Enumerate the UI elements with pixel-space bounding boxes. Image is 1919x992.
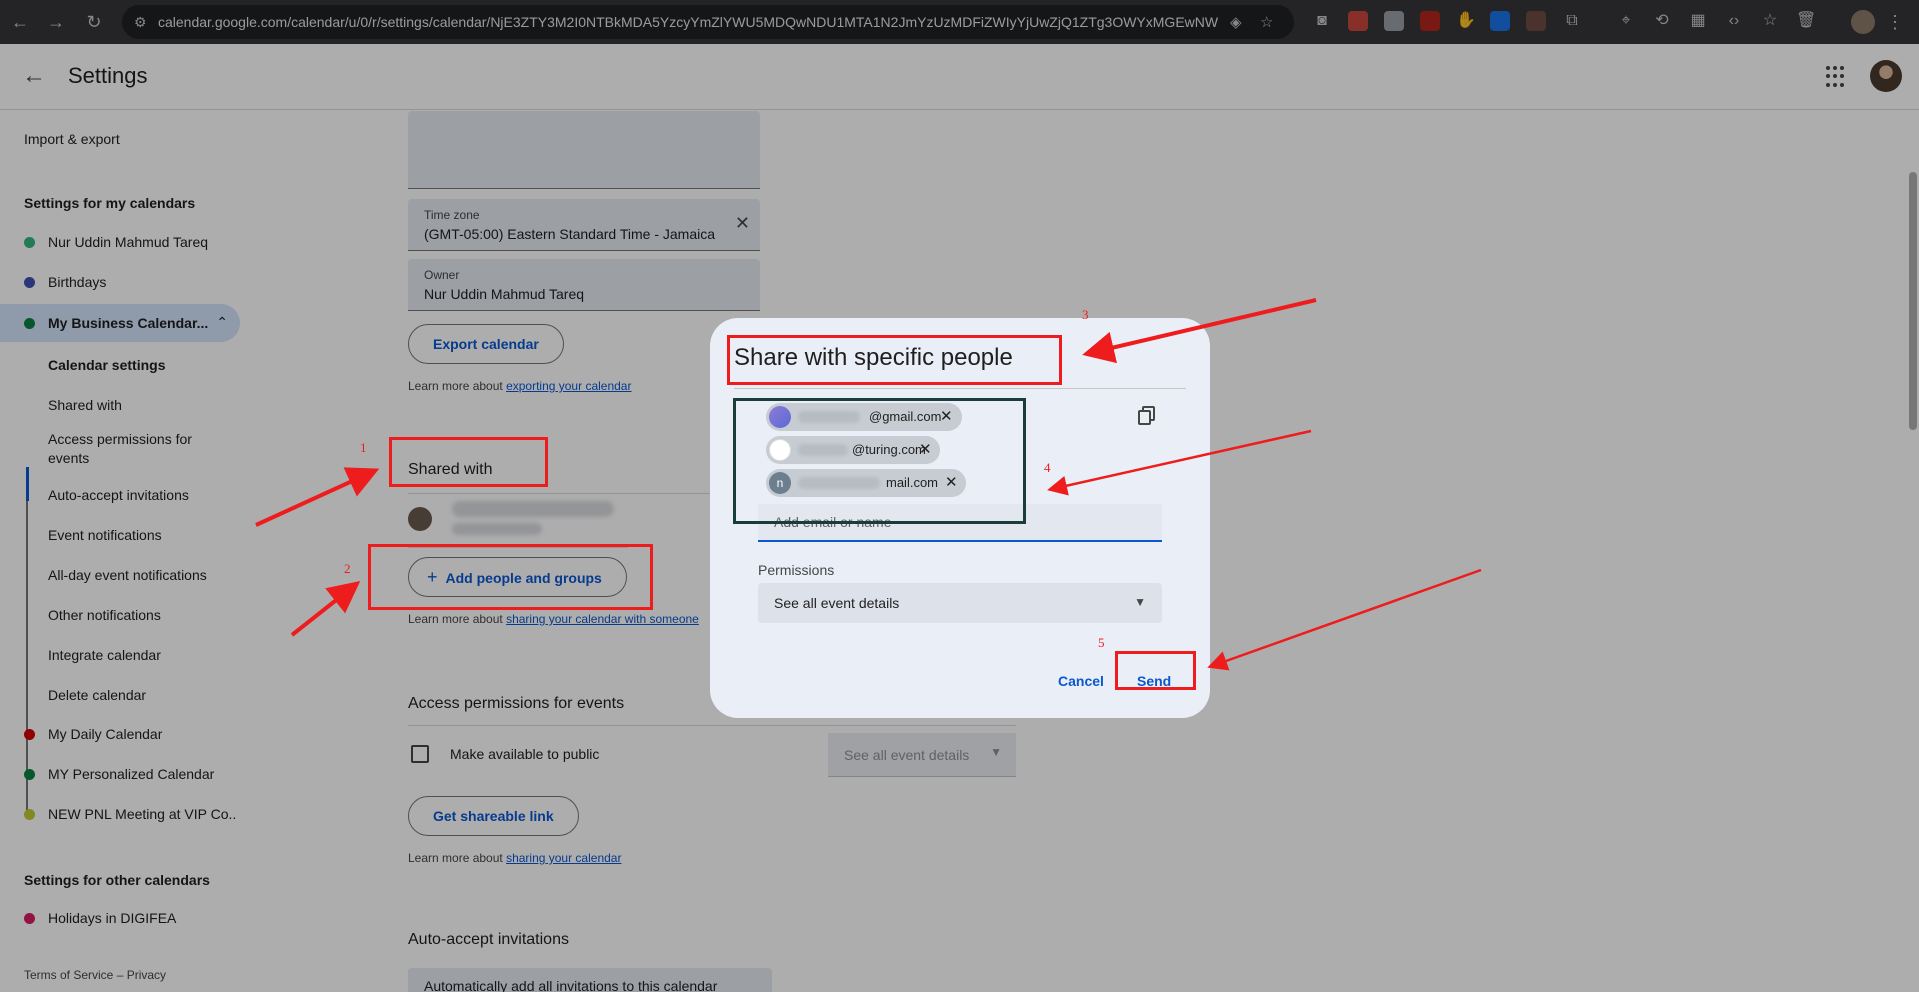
permissions-value: See all event details bbox=[774, 595, 900, 611]
annotation-label-5: 5 bbox=[1098, 635, 1105, 650]
copy-icon[interactable] bbox=[1136, 404, 1158, 426]
permissions-select[interactable]: See all event details ▼ bbox=[758, 583, 1162, 623]
annotation-box-1 bbox=[389, 437, 548, 487]
annotation-label-1: 1 bbox=[360, 440, 367, 455]
annotation-box-3 bbox=[727, 335, 1062, 385]
annotation-label-4: 4 bbox=[1044, 460, 1051, 475]
annotation-box-2 bbox=[368, 544, 653, 610]
annotation-label-3: 3 bbox=[1082, 307, 1089, 322]
annotation-box-5 bbox=[1115, 651, 1196, 690]
dropdown-arrow-icon: ▼ bbox=[1134, 595, 1146, 609]
dialog-divider bbox=[734, 388, 1186, 389]
annotation-box-4 bbox=[733, 398, 1026, 524]
cancel-button[interactable]: Cancel bbox=[1046, 663, 1116, 699]
annotation-label-2: 2 bbox=[344, 561, 351, 576]
permissions-label: Permissions bbox=[758, 562, 835, 578]
